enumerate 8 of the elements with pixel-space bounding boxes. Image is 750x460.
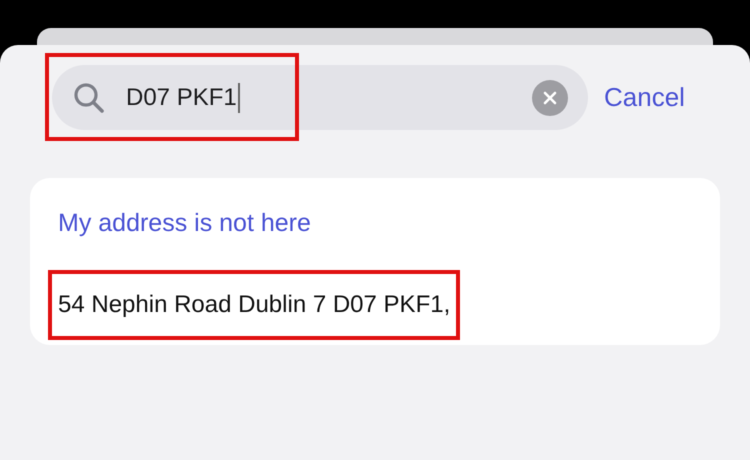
address-result[interactable]: 54 Nephin Road Dublin 7 D07 PKF1, (58, 291, 450, 318)
clear-button[interactable] (532, 80, 568, 116)
close-icon (543, 90, 557, 104)
search-field[interactable]: D07 PKF1 (52, 65, 588, 130)
search-icon (72, 80, 106, 114)
address-not-here-link[interactable]: My address is not here (58, 208, 311, 236)
cancel-button[interactable]: Cancel (604, 82, 685, 113)
text-cursor (238, 82, 240, 112)
